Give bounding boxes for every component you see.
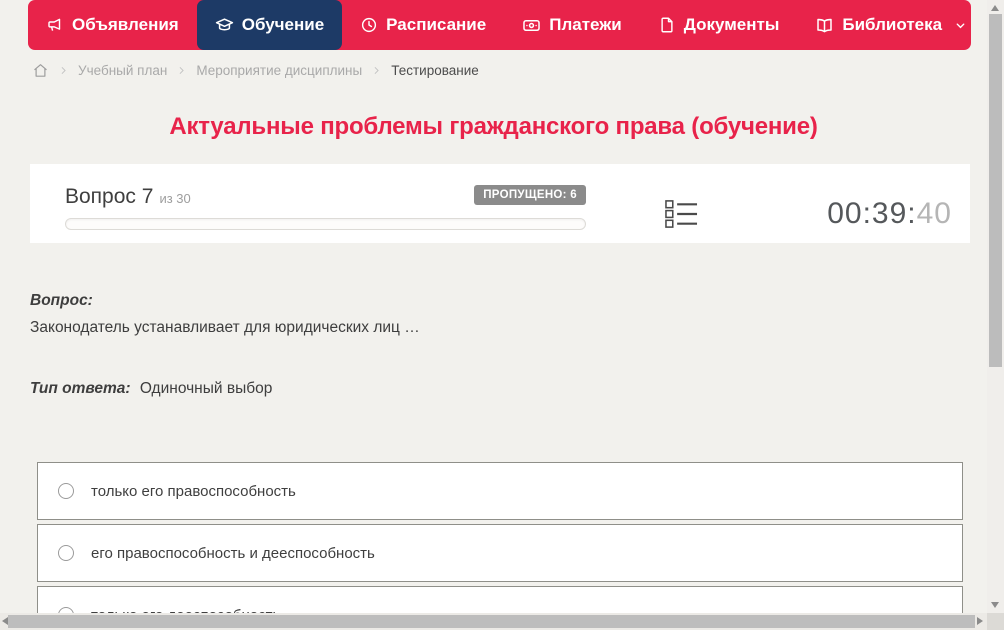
answer-option-label: его правоспособность и дееспособность — [91, 545, 375, 562]
home-icon[interactable] — [32, 62, 49, 79]
nav-item-label: Платежи — [549, 15, 622, 35]
breadcrumb-item-testing: Тестирование — [391, 63, 479, 78]
timer-seconds: 40 — [917, 197, 952, 231]
answer-options-list: только его правоспособность его правоспо… — [37, 462, 963, 630]
main-navigation: Объявления Обучение Расписание Платежи Д… — [28, 0, 971, 50]
question-counter: Вопрос 7 из 30 — [65, 185, 191, 209]
breadcrumb-item-discipline-event[interactable]: Мероприятие дисциплины — [196, 63, 362, 78]
scroll-right-arrow-icon[interactable] — [977, 617, 983, 625]
app-window: Объявления Обучение Расписание Платежи Д… — [0, 0, 1004, 630]
answer-type-row: Тип ответа: Одиночный выбор — [30, 380, 970, 398]
graduation-cap-icon — [215, 16, 234, 35]
breadcrumb-separator-icon — [58, 65, 69, 76]
nav-item-learning[interactable]: Обучение — [197, 0, 342, 50]
scroll-down-arrow-icon[interactable] — [991, 602, 999, 608]
question-header-card: Вопрос 7 из 30 ПРОПУЩЕНО: 6 00:39:40 — [30, 164, 970, 243]
question-label: Вопрос: — [30, 292, 970, 310]
nav-item-label: Документы — [684, 15, 780, 35]
answer-option-label: только его правоспособность — [91, 483, 296, 500]
question-number: Вопрос 7 — [65, 185, 153, 208]
nav-item-label: Обучение — [242, 15, 324, 35]
answer-type-value: Одиночный выбор — [140, 380, 273, 397]
question-progress-block: Вопрос 7 из 30 ПРОПУЩЕНО: 6 — [65, 185, 586, 243]
question-body: Вопрос: Законодатель устанавливает для ю… — [30, 292, 970, 398]
nav-item-announcements[interactable]: Объявления — [28, 0, 197, 50]
breadcrumb: Учебный план Мероприятие дисциплины Тест… — [32, 62, 479, 79]
book-icon — [815, 16, 834, 35]
nav-item-schedule[interactable]: Расписание — [342, 0, 504, 50]
answer-type-label: Тип ответа: — [30, 380, 131, 397]
nav-item-documents[interactable]: Документы — [640, 0, 798, 50]
timer-hours-minutes: 00:39: — [827, 197, 916, 231]
nav-item-label: Объявления — [72, 15, 179, 35]
scroll-up-arrow-icon[interactable] — [991, 5, 999, 11]
breadcrumb-item-study-plan[interactable]: Учебный план — [78, 63, 167, 78]
chevron-down-icon — [954, 19, 967, 32]
breadcrumb-separator-icon — [176, 65, 187, 76]
vertical-scrollbar-thumb[interactable] — [989, 14, 1002, 367]
vertical-scrollbar[interactable] — [987, 0, 1004, 613]
radio-button-icon[interactable] — [58, 483, 74, 499]
megaphone-icon — [46, 16, 64, 34]
nav-item-library[interactable]: Библиотека — [797, 0, 985, 50]
page-title: Актуальные проблемы гражданского права (… — [0, 113, 987, 141]
scrollbar-corner — [987, 613, 1004, 630]
question-progress-bar — [65, 218, 586, 230]
question-total: из 30 — [159, 191, 190, 206]
answer-option-2[interactable]: его правоспособность и дееспособность — [37, 524, 963, 582]
horizontal-scrollbar-thumb[interactable] — [8, 615, 975, 628]
question-text: Законодатель устанавливает для юридическ… — [30, 319, 970, 337]
document-icon — [658, 16, 676, 34]
question-list-button[interactable] — [665, 199, 698, 229]
horizontal-scrollbar[interactable] — [0, 613, 987, 630]
nav-item-label: Библиотека — [842, 15, 942, 35]
answer-option-1[interactable]: только его правоспособность — [37, 462, 963, 520]
nav-item-payments[interactable]: Платежи — [504, 0, 640, 50]
nav-item-label: Расписание — [386, 15, 486, 35]
list-icon — [665, 199, 698, 229]
radio-button-icon[interactable] — [58, 545, 74, 561]
skipped-badge: ПРОПУЩЕНО: 6 — [474, 185, 586, 205]
clock-icon — [360, 16, 378, 34]
exam-timer: 00:39:40 — [827, 185, 952, 243]
breadcrumb-separator-icon — [371, 65, 382, 76]
banknote-icon — [522, 16, 541, 35]
